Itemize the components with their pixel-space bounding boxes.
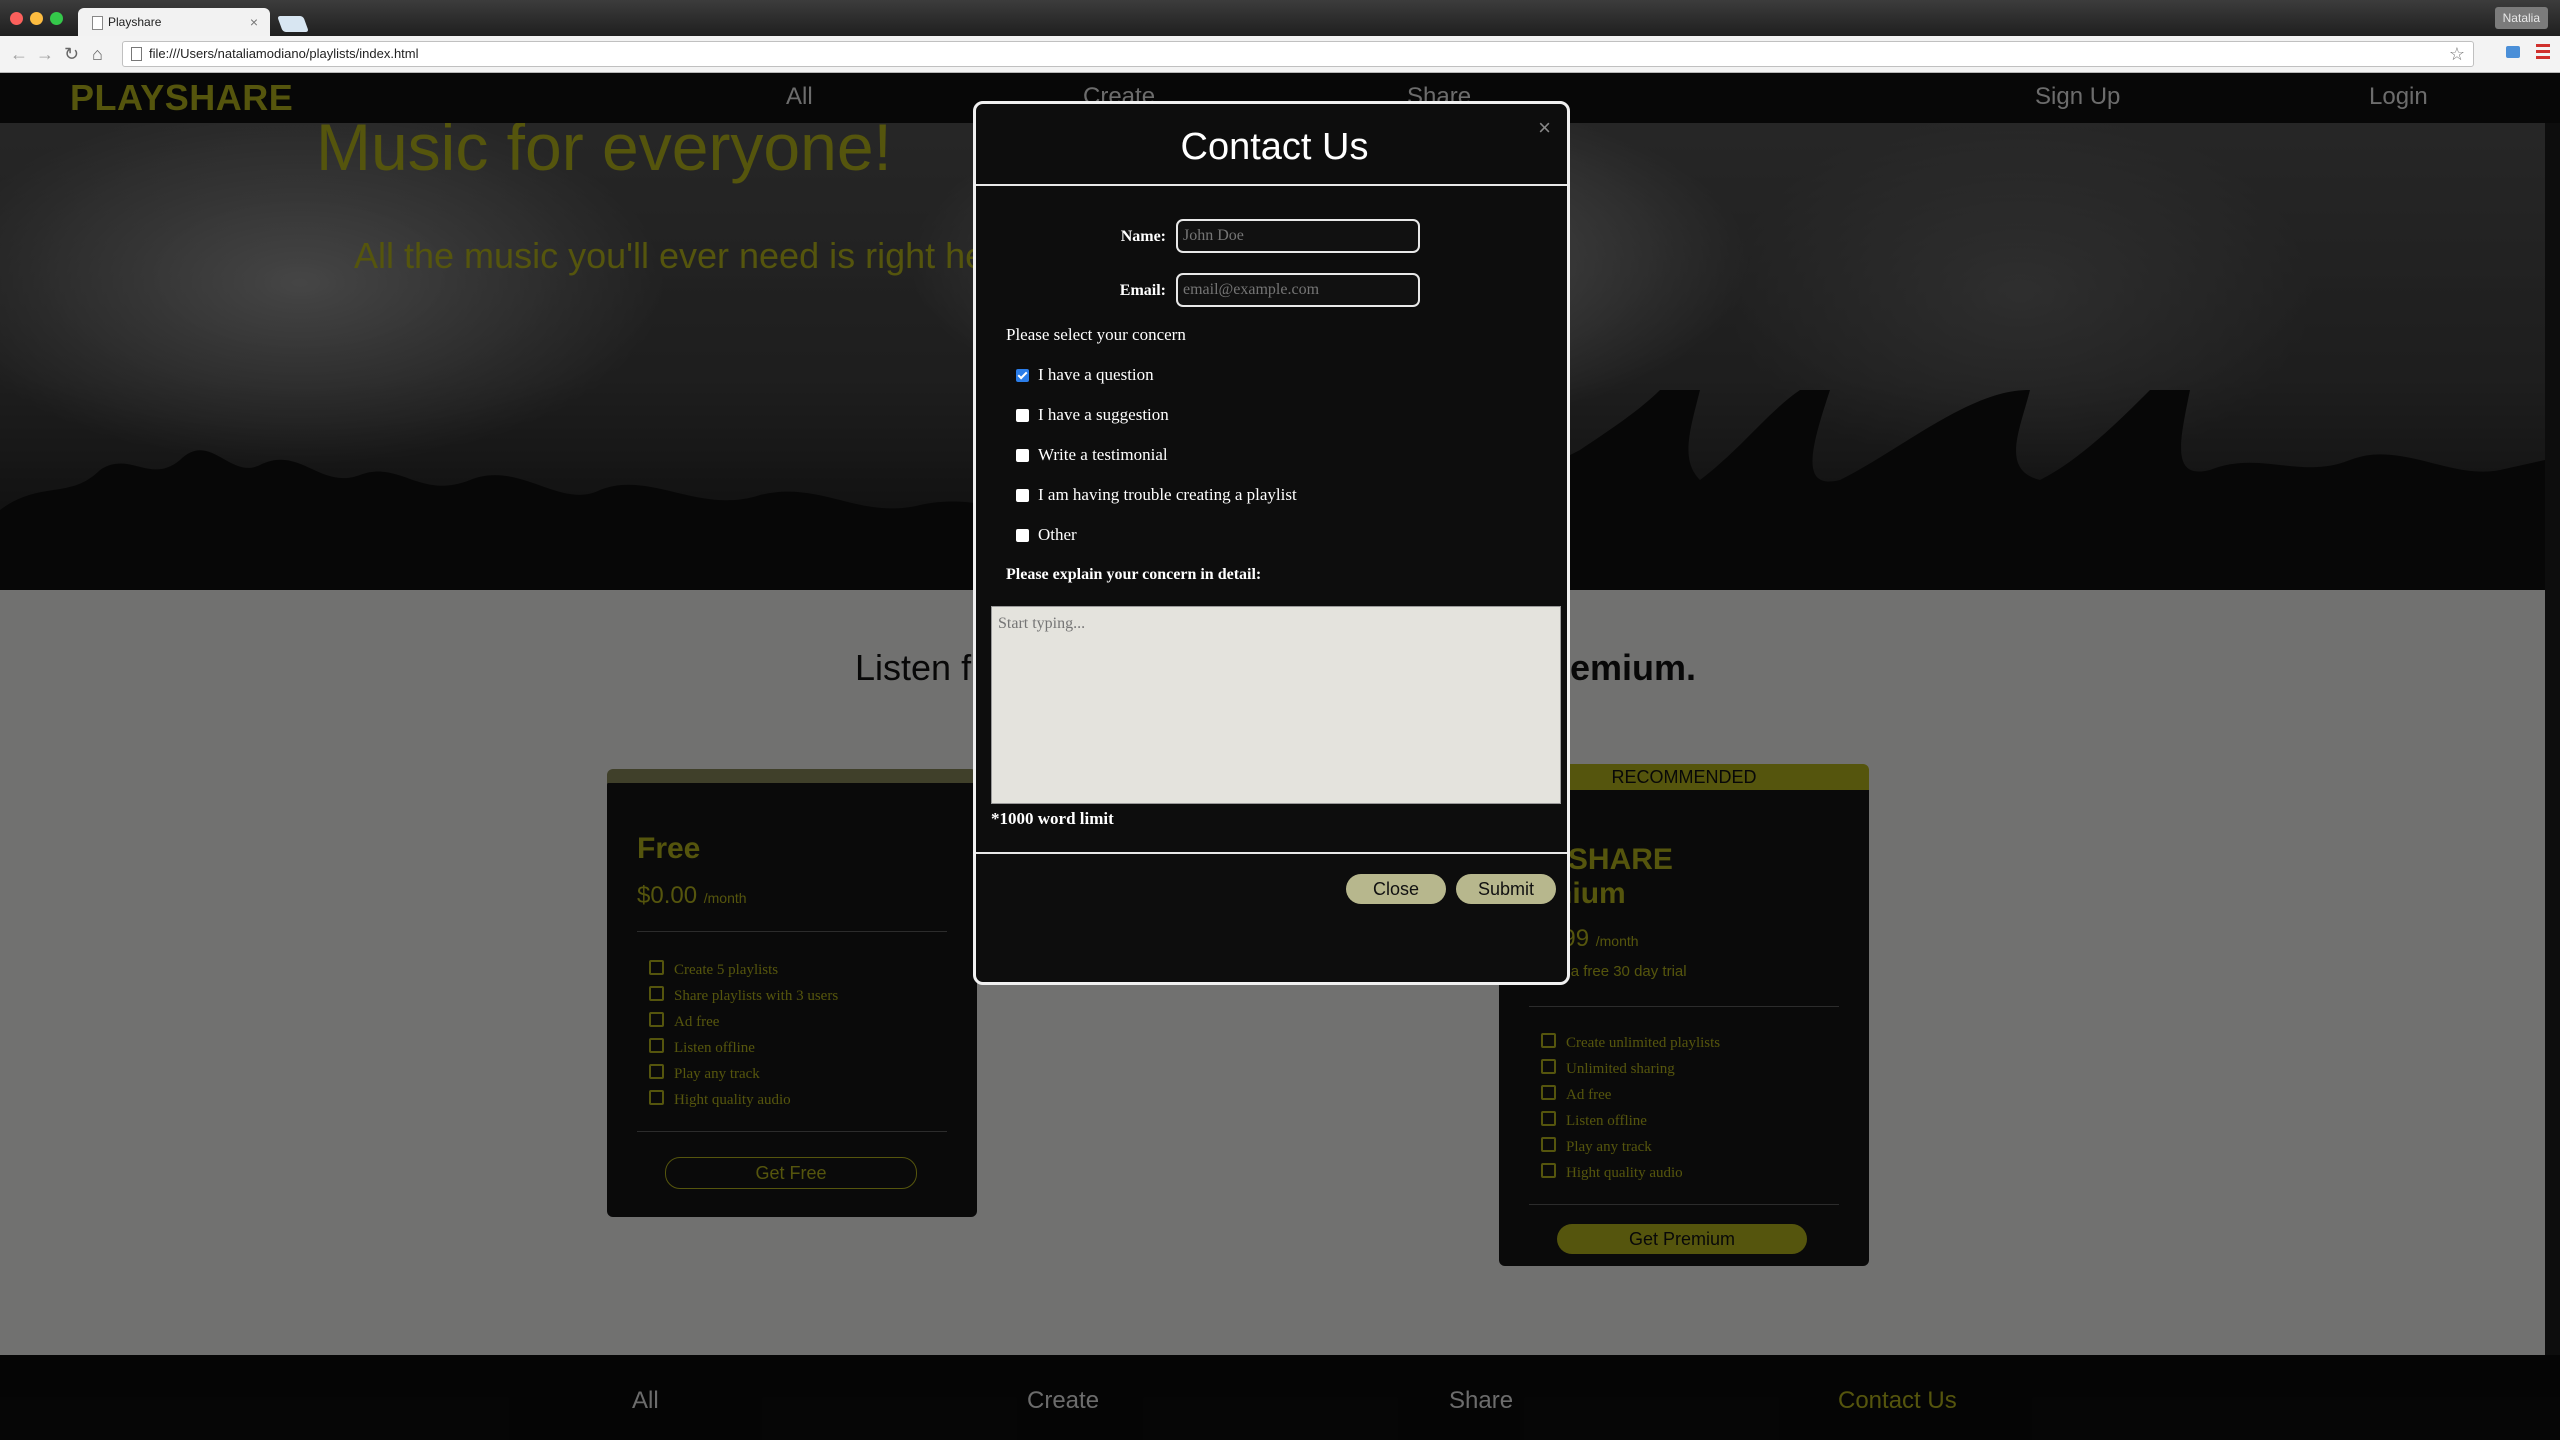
close-icon[interactable]: ×	[1538, 116, 1551, 140]
option-label: I am having trouble creating a playlist	[1038, 485, 1297, 504]
extension-icon[interactable]	[2506, 46, 2520, 58]
tab-close-icon[interactable]: ×	[250, 8, 258, 36]
option-label: I have a question	[1038, 365, 1154, 384]
submit-button[interactable]: Submit	[1456, 874, 1556, 904]
concern-detail-textarea[interactable]	[991, 606, 1561, 804]
close-window-button[interactable]	[10, 12, 23, 25]
minimize-window-button[interactable]	[30, 12, 43, 25]
divider	[976, 184, 1567, 186]
bookmark-star-icon[interactable]: ☆	[2449, 42, 2465, 66]
checkbox[interactable]	[1016, 369, 1029, 382]
email-label: Email:	[1119, 282, 1166, 299]
page-viewport: PLAYSHARE All Create Share Sign Up Login…	[0, 73, 2560, 1440]
address-bar[interactable]: file:///Users/nataliamodiano/playlists/i…	[122, 41, 2474, 67]
checkbox[interactable]	[1016, 529, 1029, 542]
option-label: Write a testimonial	[1038, 445, 1168, 464]
browser-tab[interactable]: Playshare ×	[78, 8, 270, 36]
checkbox[interactable]	[1016, 409, 1029, 422]
reload-icon[interactable]: ↻	[64, 42, 79, 66]
name-label: Name:	[1120, 228, 1166, 245]
name-input[interactable]	[1176, 219, 1420, 253]
new-tab-button[interactable]	[277, 16, 309, 32]
checkbox[interactable]	[1016, 449, 1029, 462]
word-limit-note: *1000 word limit	[991, 809, 1114, 828]
option-label: I have a suggestion	[1038, 405, 1169, 424]
browser-tab-bar: Playshare × Natalia	[0, 0, 2560, 36]
email-input[interactable]	[1176, 273, 1420, 307]
detail-label: Please explain your concern in detail:	[1006, 566, 1262, 583]
browser-menu-icon[interactable]	[2536, 44, 2550, 62]
maximize-window-button[interactable]	[50, 12, 63, 25]
home-icon[interactable]: ⌂	[92, 42, 103, 66]
checkbox[interactable]	[1016, 489, 1029, 502]
concern-heading: Please select your concern	[1006, 325, 1186, 344]
modal-title: Contact Us	[1180, 126, 1369, 168]
back-arrow-icon[interactable]: ←	[10, 42, 28, 66]
tab-title: Playshare	[108, 15, 162, 29]
close-button[interactable]: Close	[1346, 874, 1446, 904]
option-label: Other	[1038, 525, 1077, 544]
forward-arrow-icon[interactable]: →	[36, 42, 54, 66]
url-text[interactable]: file:///Users/nataliamodiano/playlists/i…	[149, 42, 419, 66]
file-icon	[131, 47, 142, 61]
contact-modal: Contact Us × Name: Email: Please select …	[973, 101, 1570, 985]
browser-toolbar: ← → ↻ ⌂ file:///Users/nataliamodiano/pla…	[0, 36, 2560, 73]
page-icon	[92, 16, 103, 30]
divider	[976, 852, 1567, 854]
profile-button[interactable]: Natalia	[2494, 7, 2548, 29]
